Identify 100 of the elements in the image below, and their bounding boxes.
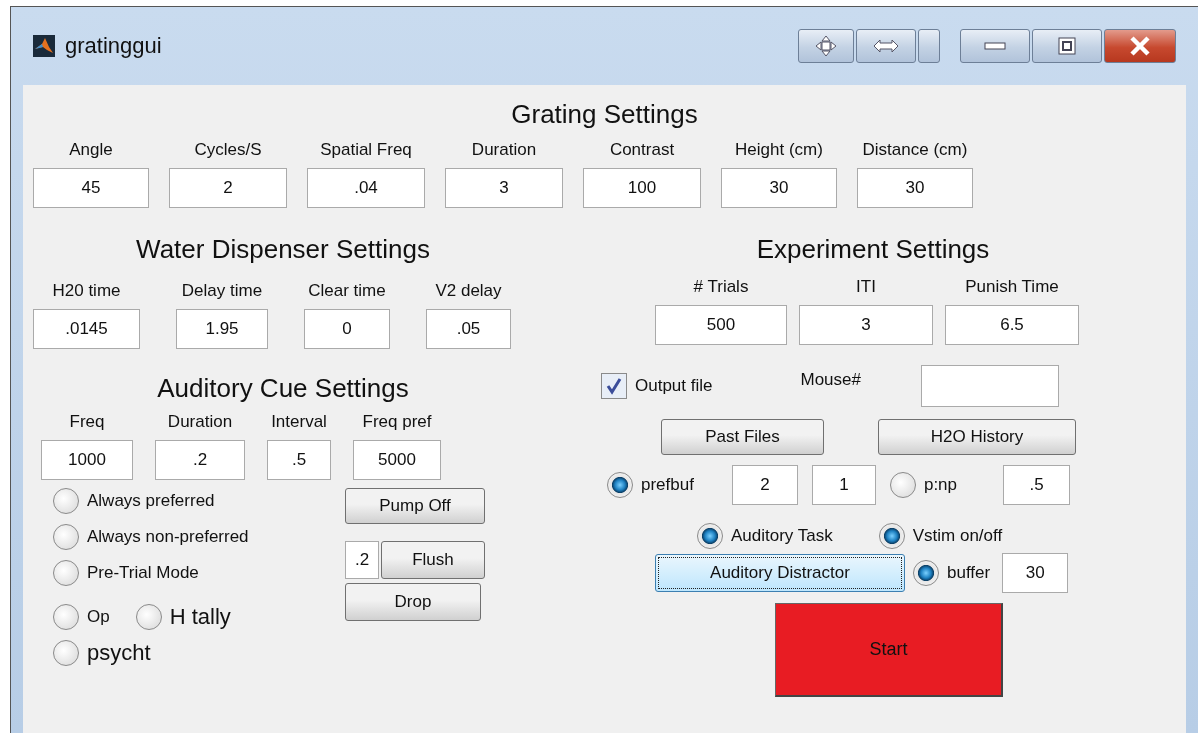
input-field[interactable]: 5000 [353,440,441,480]
radio-button[interactable]: Op [53,604,110,630]
radio-indicator[interactable] [53,640,79,666]
input-field[interactable]: 3 [799,305,933,345]
radio-button[interactable]: p:np [889,472,958,498]
minimize-icon [984,42,1006,50]
drop-button[interactable]: Drop [345,583,481,621]
radio-indicator[interactable] [889,472,916,498]
logo-icon [33,35,55,57]
radio-indicator[interactable] [135,604,162,630]
arrows-icon [873,39,899,53]
input-field[interactable]: 1000 [41,440,133,480]
field-label: Distance (cm) [862,140,968,160]
field-label: Freq [69,412,105,432]
toolbar-button[interactable] [918,29,940,63]
close-icon [1129,36,1151,56]
resize-button[interactable] [856,29,916,63]
radio-indicator[interactable] [53,524,79,550]
field-label: H20 time [52,281,121,301]
radio-indicator[interactable] [697,523,723,549]
radio-indicator[interactable] [53,604,79,630]
field-label: Height (cm) [735,140,823,160]
field-label: Duration [471,140,537,160]
input-field[interactable]: 30 [857,168,973,208]
section-title: Auditory Cue Settings [156,373,410,404]
checkmark-icon [605,377,623,395]
radio-button[interactable]: prefbuf [607,472,694,498]
radio-label: psycht [87,640,151,666]
checkbox-label: Output file [635,376,713,396]
dock-button[interactable] [798,29,854,63]
minimize-button[interactable] [960,29,1030,63]
radio-indicator[interactable] [913,560,939,586]
radio-indicator[interactable] [878,523,905,549]
input-field[interactable]: 6.5 [945,305,1079,345]
input-field[interactable]: .2 [345,541,379,579]
input-field[interactable]: .0145 [33,309,140,349]
radio-label: prefbuf [641,475,694,495]
maximize-icon [1058,37,1076,55]
input-field[interactable]: .5 [1003,465,1071,505]
window-title: gratinggui [65,33,163,59]
radio-indicator[interactable] [53,488,79,514]
radio-label: Op [87,607,110,627]
input-field[interactable]: 1.95 [176,309,268,349]
radio-label: Vstim on/off [912,526,1003,546]
input-field[interactable]: 30 [1002,553,1069,593]
field-label: V2 delay [435,281,502,301]
input-field[interactable]: 3 [445,168,563,208]
pump-button[interactable]: Pump Off [345,488,485,524]
input-field[interactable]: 30 [721,168,837,208]
field-label: Freq pref [362,412,432,432]
radio-button[interactable]: H tally [135,604,231,630]
radio-button[interactable]: Always non-preferred [53,524,249,550]
move-icon [815,35,837,57]
input-field[interactable]: 2 [731,465,798,505]
field-label: Mouse# [800,370,861,390]
section-title: Experiment Settings [755,234,991,265]
radio-button[interactable]: psycht [53,640,151,666]
input-field[interactable]: 45 [33,168,149,208]
section-title: Grating Settings [510,99,699,130]
field-label: Duration [167,412,233,432]
field-label: ITI [856,277,876,297]
radio-button[interactable]: buffer [913,560,991,586]
radio-label: Always non-preferred [87,527,249,547]
flush-button[interactable]: Flush [381,541,485,579]
past-files-button[interactable]: Past Files [661,419,824,455]
input-field[interactable]: .5 [267,440,331,480]
field-label: Delay time [181,281,263,301]
input-field[interactable]: 1 [811,465,876,505]
radio-label: Always preferred [87,491,215,511]
radio-label: buffer [947,563,991,583]
radio-button[interactable]: Always preferred [53,488,215,514]
field-label: Interval [271,412,327,432]
radio-label: Auditory Task [731,526,833,546]
input-field[interactable]: .04 [307,168,425,208]
distractor-button[interactable]: Auditory Distractor [655,554,905,592]
radio-button[interactable]: Vstim on/off [878,523,1003,549]
input-field[interactable] [921,365,1059,407]
close-button[interactable] [1104,29,1176,63]
input-field[interactable]: 2 [169,168,287,208]
input-field[interactable]: .2 [155,440,245,480]
maximize-button[interactable] [1032,29,1102,63]
radio-label: p:np [923,475,958,495]
radio-indicator[interactable] [607,472,633,498]
input-field[interactable]: 0 [304,309,390,349]
radio-button[interactable]: Pre-Trial Mode [53,560,199,586]
radio-label: H tally [169,604,231,630]
section-title: Water Dispenser Settings [135,234,431,265]
history-button[interactable]: H2O History [878,419,1076,455]
checkbox[interactable]: Output file [601,373,713,399]
start-button[interactable]: Start [775,603,1003,697]
checkbox-indicator[interactable] [601,373,627,399]
field-label: Punish Time [965,277,1059,297]
radio-button[interactable]: Auditory Task [697,523,833,549]
input-field[interactable]: 500 [655,305,787,345]
radio-label: Pre-Trial Mode [87,563,199,583]
input-field[interactable]: .05 [426,309,511,349]
radio-indicator[interactable] [53,560,79,586]
input-field[interactable]: 100 [583,168,701,208]
field-label: Clear time [308,281,386,301]
field-label: Cycles/S [194,140,262,160]
